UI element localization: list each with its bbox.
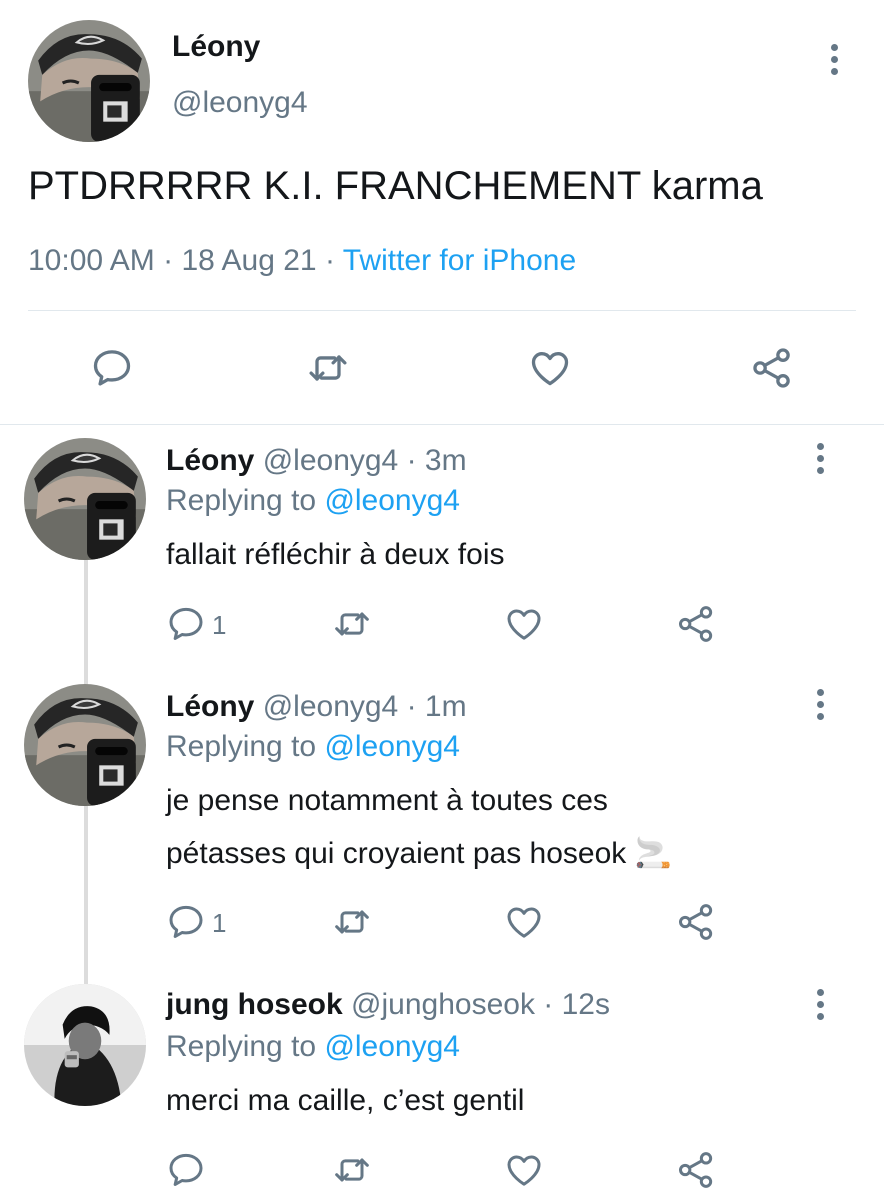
tweet-text: PTDRRRRR K.I. FRANCHEMENT karma: [28, 164, 763, 208]
replying-handle[interactable]: @leonyg4: [324, 730, 460, 763]
retweet-icon[interactable]: [332, 604, 372, 644]
share-icon[interactable]: [750, 346, 794, 390]
reply-icon[interactable]: [166, 902, 206, 942]
divider: [28, 310, 856, 311]
thread-line: [84, 560, 88, 686]
replying-to: Replying to @leonyg4: [166, 730, 460, 764]
reply-icon[interactable]: [166, 604, 206, 644]
meta-separator: ·: [163, 244, 174, 277]
share-icon[interactable]: [676, 1150, 716, 1190]
replying-label: Replying to: [166, 730, 317, 763]
tweet-meta: 10:00 AM · 18 Aug 21 · Twitter for iPhon…: [28, 244, 576, 278]
thread-line: [84, 806, 88, 984]
reply-header: jung hoseok @junghoseok · 12s: [166, 988, 610, 1022]
author-handle[interactable]: @leonyg4: [263, 444, 399, 477]
section-divider: [0, 424, 884, 425]
replying-label: Replying to: [166, 484, 317, 517]
author-handle[interactable]: @leonyg4: [172, 86, 308, 120]
tweet-source-link[interactable]: Twitter for iPhone: [343, 244, 576, 277]
author-name[interactable]: Léony: [166, 690, 254, 723]
reply-icon[interactable]: [90, 346, 134, 390]
avatar[interactable]: [24, 684, 146, 806]
reply-text-line: pétasses qui croyaient pas hoseok 🚬: [166, 837, 672, 870]
meta-separator: ·: [324, 244, 335, 277]
replying-handle[interactable]: @leonyg4: [324, 484, 460, 517]
avatar[interactable]: [28, 20, 150, 142]
author-name[interactable]: Léony: [166, 444, 254, 477]
replying-to: Replying to @leonyg4: [166, 1030, 460, 1064]
like-icon[interactable]: [528, 346, 572, 390]
avatar[interactable]: [24, 984, 146, 1106]
reply-header: Léony @leonyg4 · 1m: [166, 690, 467, 724]
replying-label: Replying to: [166, 1030, 317, 1063]
reply-text: merci ma caille, c’est gentil: [166, 1084, 525, 1117]
reply-age: · 12s: [543, 988, 610, 1021]
reply-header: Léony @leonyg4 · 3m: [166, 444, 467, 478]
retweet-icon[interactable]: [332, 902, 372, 942]
author-name[interactable]: Léony: [172, 30, 260, 64]
like-icon[interactable]: [504, 604, 544, 644]
reply-icon[interactable]: [166, 1150, 206, 1190]
share-icon[interactable]: [676, 604, 716, 644]
retweet-icon[interactable]: [306, 346, 350, 390]
reply-count: 1: [212, 908, 227, 938]
reply-text-line: je pense notamment à toutes ces: [166, 784, 608, 817]
like-icon[interactable]: [504, 1150, 544, 1190]
reply-text: fallait réfléchir à deux fois: [166, 538, 505, 571]
reply-count: 1: [212, 610, 227, 640]
reply-age: · 1m: [406, 690, 467, 723]
more-icon[interactable]: [808, 436, 832, 480]
tweet-date: 18 Aug 21: [181, 244, 317, 277]
more-icon[interactable]: [822, 37, 846, 81]
tweet-time: 10:00 AM: [28, 244, 155, 277]
replying-handle[interactable]: @leonyg4: [324, 1030, 460, 1063]
avatar[interactable]: [24, 438, 146, 560]
more-icon[interactable]: [808, 982, 832, 1026]
more-icon[interactable]: [808, 682, 832, 726]
reply-age: · 3m: [406, 444, 467, 477]
retweet-icon[interactable]: [332, 1150, 372, 1190]
replying-to: Replying to @leonyg4: [166, 484, 460, 518]
share-icon[interactable]: [676, 902, 716, 942]
like-icon[interactable]: [504, 902, 544, 942]
author-handle[interactable]: @junghoseok: [351, 988, 535, 1021]
author-name[interactable]: jung hoseok: [166, 988, 343, 1021]
author-handle[interactable]: @leonyg4: [263, 690, 399, 723]
